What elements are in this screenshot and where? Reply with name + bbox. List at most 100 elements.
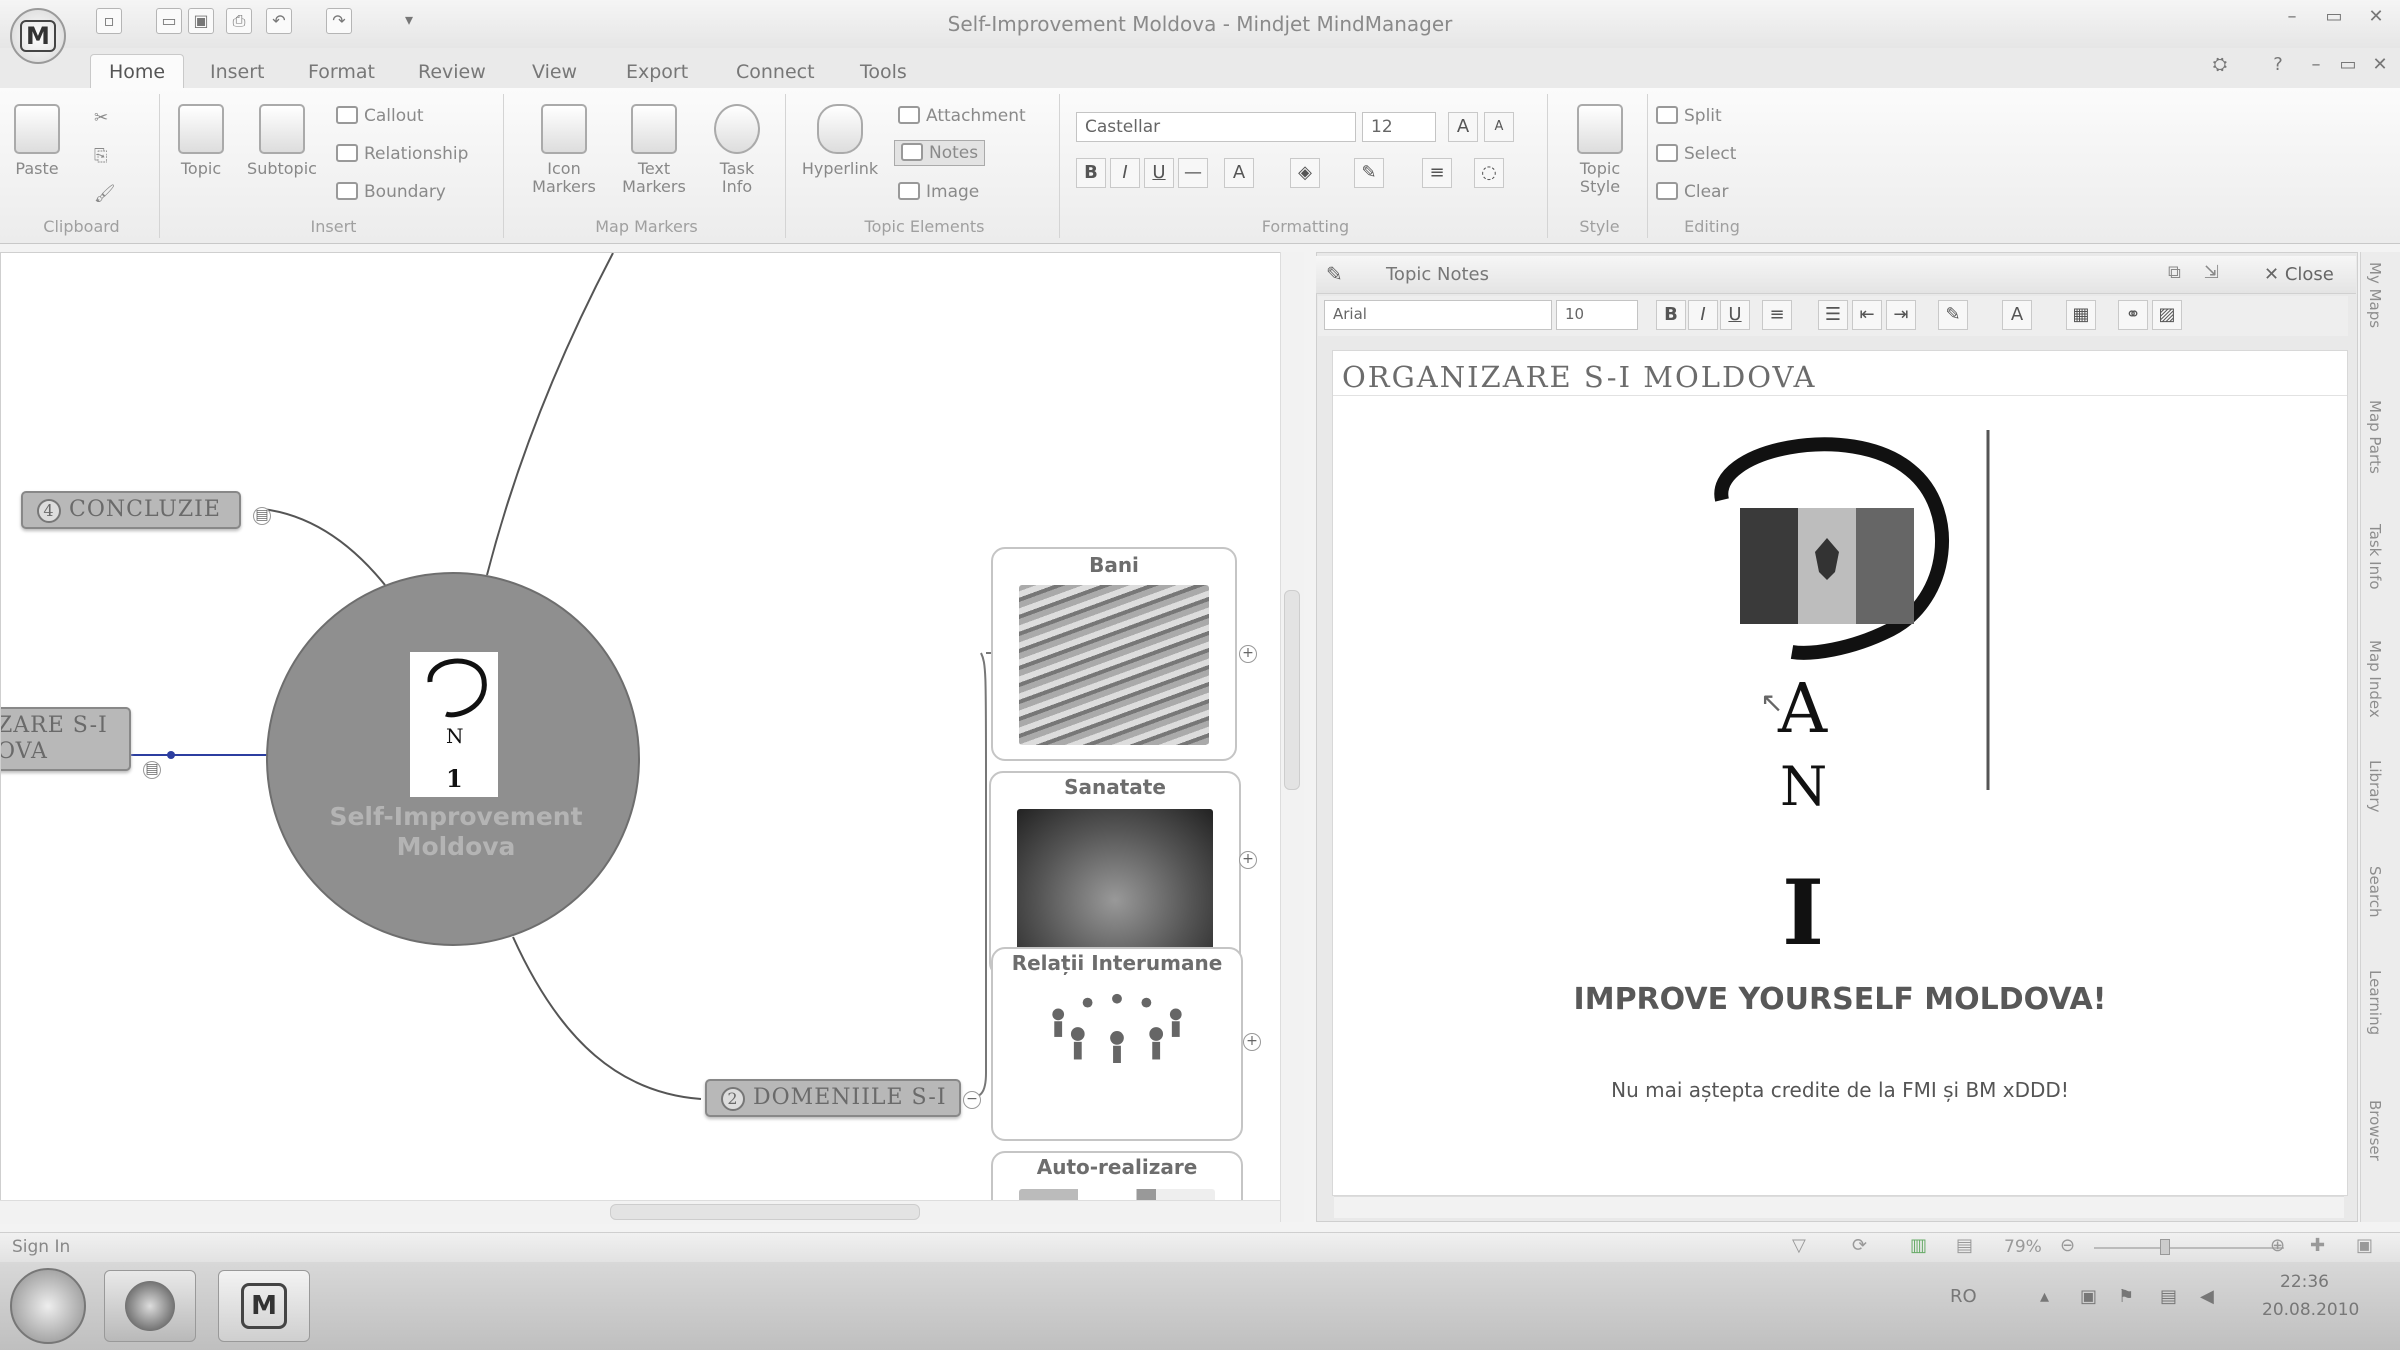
maximize-button[interactable]: ▭ — [2318, 6, 2350, 32]
taskbar-mindmanager-button[interactable]: M — [218, 1270, 310, 1342]
format-painter-icon[interactable]: 🖌 — [94, 184, 116, 204]
clock-time[interactable]: 22:36 — [2280, 1272, 2329, 1292]
image-button[interactable]: Image — [898, 182, 979, 202]
underline-button[interactable]: U — [1144, 158, 1174, 188]
topic-concluzie[interactable]: 4 CONCLUZIE — [21, 491, 241, 529]
tab-review[interactable]: Review — [404, 58, 500, 86]
subtopic-button[interactable]: Subtopic — [242, 104, 322, 178]
tab-library[interactable]: Library — [2366, 760, 2384, 812]
sign-in-link[interactable]: Sign In — [12, 1237, 70, 1257]
zoom-out-icon[interactable]: ⊖ — [2060, 1235, 2075, 1256]
clock-date[interactable]: 20.08.2010 — [2262, 1300, 2359, 1320]
topic-domeniile[interactable]: 2 DOMENIILE S-I — [705, 1079, 961, 1117]
topic-button[interactable]: Topic — [174, 104, 228, 178]
bold-button[interactable]: B — [1076, 158, 1106, 188]
notes-bullets-icon[interactable]: ☰ — [1818, 300, 1848, 330]
filter-icon[interactable]: ▽ — [1792, 1235, 1806, 1256]
tab-my-maps[interactable]: My Maps — [2366, 262, 2384, 328]
cut-icon[interactable]: ✂ — [94, 108, 108, 128]
grow-font-button[interactable]: A — [1448, 112, 1478, 142]
notes-font-color-icon[interactable]: A — [2002, 300, 2032, 330]
minimize-button[interactable]: – — [2276, 6, 2308, 32]
clear-format-icon[interactable]: ◌ — [1474, 158, 1504, 188]
topic-organizare-note-icon[interactable]: ▤ — [143, 761, 161, 779]
tab-search[interactable]: Search — [2366, 866, 2384, 918]
tab-view[interactable]: View — [518, 58, 591, 86]
notes-horizontal-scrollbar[interactable] — [1334, 1196, 2344, 1218]
tab-map-parts[interactable]: Map Parts — [2366, 400, 2384, 474]
copy-icon[interactable]: ⎘ — [94, 146, 108, 166]
tab-map-index[interactable]: Map Index — [2366, 640, 2384, 718]
language-indicator[interactable]: RO — [1950, 1286, 1977, 1307]
font-color-icon[interactable]: A — [1224, 158, 1254, 188]
notes-bold-icon[interactable]: B — [1656, 300, 1686, 330]
doc-restore-button[interactable]: ▭ — [2332, 54, 2364, 80]
tab-task-info[interactable]: Task Info — [2366, 524, 2384, 590]
notes-button[interactable]: Notes — [894, 140, 986, 166]
notes-align-icon[interactable]: ≡ — [1762, 300, 1792, 330]
map-horizontal-scroll-thumb[interactable] — [610, 1204, 920, 1220]
tray-app-icon[interactable]: ▣ — [2080, 1286, 2097, 1307]
tab-connect[interactable]: Connect — [722, 58, 829, 86]
map-vertical-scroll-thumb[interactable] — [1284, 590, 1300, 790]
split-button[interactable]: Split — [1656, 106, 1722, 126]
subtopic-relatii[interactable]: Relații Interumane — [991, 947, 1243, 1141]
zoom-slider[interactable] — [2094, 1247, 2284, 1249]
notes-image-icon[interactable]: ▨ — [2152, 300, 2182, 330]
relationship-button[interactable]: Relationship — [336, 144, 468, 164]
subtopic-bani-expand-icon[interactable]: + — [1239, 645, 1257, 663]
notes-highlight-icon[interactable]: ✎ — [1938, 300, 1968, 330]
tab-home[interactable]: Home — [90, 54, 185, 89]
icon-markers-button[interactable]: Icon Markers — [524, 104, 604, 196]
strikethrough-icon[interactable]: — — [1178, 158, 1208, 188]
attachment-button[interactable]: Attachment — [898, 106, 1026, 126]
volume-icon[interactable]: ◀ — [2200, 1286, 2214, 1307]
font-size-select[interactable]: 12 — [1362, 112, 1436, 142]
fit-map-icon[interactable]: ✚ — [2310, 1235, 2325, 1256]
notes-close-button[interactable]: ✕ Close — [2264, 264, 2334, 285]
tab-export[interactable]: Export — [612, 58, 702, 86]
notes-dock-icon[interactable]: ⇲ — [2204, 262, 2219, 283]
map-view-icon[interactable]: ▥ — [1910, 1235, 1927, 1256]
start-button[interactable] — [10, 1268, 86, 1344]
topic-organizare[interactable]: ZARE S-I OVA — [1, 707, 131, 771]
tray-flag-icon[interactable]: ⚑ — [2118, 1286, 2134, 1307]
topic-style-button[interactable]: Topic Style — [1566, 104, 1634, 196]
shrink-font-button[interactable]: A — [1484, 112, 1514, 142]
map-canvas[interactable]: 4 CONCLUZIE ▤ ZARE S-I OVA ▤ 2 DOMENIILE S-… — [0, 252, 1290, 1222]
callout-button[interactable]: Callout — [336, 106, 424, 126]
notes-outdent-icon[interactable]: ⇤ — [1852, 300, 1882, 330]
paste-button[interactable]: Paste — [12, 104, 62, 178]
tab-learning[interactable]: Learning — [2366, 970, 2384, 1035]
outline-view-icon[interactable]: ▤ — [1956, 1235, 1973, 1256]
taskbar-browser-button[interactable] — [104, 1270, 196, 1342]
font-select[interactable]: Castellar — [1076, 112, 1356, 142]
close-button[interactable]: ✕ — [2360, 6, 2392, 32]
zoom-slider-thumb[interactable] — [2160, 1239, 2170, 1255]
notes-link-icon[interactable]: ⚭ — [2118, 300, 2148, 330]
task-info-button[interactable]: Task Info — [704, 104, 770, 196]
subtopic-relatii-expand-icon[interactable]: + — [1243, 1033, 1261, 1051]
tab-format[interactable]: Format — [294, 58, 389, 86]
line-color-icon[interactable]: ✎ — [1354, 158, 1384, 188]
application-button[interactable]: M — [10, 8, 66, 64]
subtopic-bani[interactable]: Bani — [991, 547, 1237, 761]
tab-browser[interactable]: Browser — [2366, 1100, 2384, 1161]
tab-tools[interactable]: Tools — [846, 58, 921, 86]
notes-table-icon[interactable]: ▦ — [2066, 300, 2096, 330]
fill-color-icon[interactable]: ◈ — [1290, 158, 1320, 188]
topic-concluzie-note-icon[interactable]: ▤ — [253, 507, 271, 525]
italic-button[interactable]: I — [1110, 158, 1140, 188]
sync-icon[interactable]: ⟳ — [1852, 1235, 1867, 1256]
show-hidden-icons[interactable]: ▴ — [2040, 1286, 2049, 1307]
notes-popout-icon[interactable]: ⧉ — [2168, 262, 2181, 283]
mindjet-icon[interactable]: ⛭ — [2204, 54, 2236, 80]
notes-size-select[interactable]: 10 — [1556, 300, 1638, 330]
notes-underline-icon[interactable]: U — [1720, 300, 1750, 330]
doc-minimize-button[interactable]: – — [2300, 54, 2332, 80]
zoom-in-icon[interactable]: ⊕ — [2270, 1235, 2285, 1256]
help-icon[interactable]: ? — [2262, 54, 2294, 80]
notes-indent-icon[interactable]: ⇥ — [1886, 300, 1916, 330]
network-icon[interactable]: ▤ — [2160, 1286, 2177, 1307]
align-icon[interactable]: ≡ — [1422, 158, 1452, 188]
